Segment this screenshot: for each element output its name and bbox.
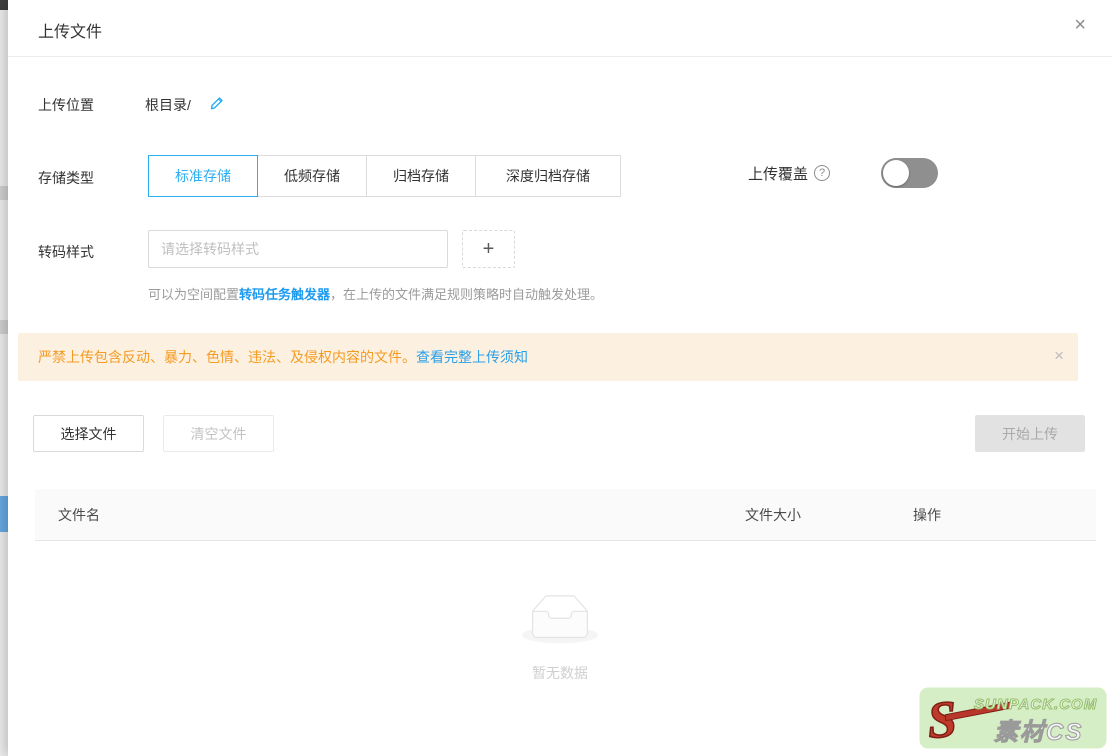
transcode-trigger-link[interactable]: 转码任务触发器 xyxy=(239,287,330,302)
toggle-knob xyxy=(883,160,909,186)
svg-text:素材CS: 素材CS xyxy=(994,719,1083,746)
dialog-header: 上传文件 × xyxy=(8,0,1112,57)
tab-deep-archive-storage[interactable]: 深度归档存储 xyxy=(475,155,621,197)
background-fragment xyxy=(0,496,8,532)
edit-pencil-icon[interactable] xyxy=(209,94,226,111)
upload-dialog: 上传文件 × 上传位置 根目录/ 存储类型 标准存储 低频存储 归档存储 深度归… xyxy=(8,0,1112,756)
transcode-hint: 可以为空间配置转码任务触发器，在上传的文件满足规则策略时自动触发处理。 xyxy=(148,284,603,303)
close-icon[interactable]: × xyxy=(1074,15,1086,35)
background-fragment xyxy=(0,0,8,10)
storage-type-tab-group: 标准存储 低频存储 归档存储 深度归档存储 xyxy=(148,155,621,197)
column-file-name: 文件名 xyxy=(58,489,100,541)
upload-overwrite-label: 上传覆盖 xyxy=(748,163,808,184)
clear-files-button[interactable]: 清空文件 xyxy=(163,415,274,452)
tab-infrequent-storage[interactable]: 低频存储 xyxy=(257,155,367,197)
svg-text:SUNPACK.COM: SUNPACK.COM xyxy=(974,696,1097,713)
watermark-logo: S SUNPACK.COM 素材CS xyxy=(916,684,1110,752)
notice-text: 严禁上传包含反动、暴力、色情、违法、及侵权内容的文件。 xyxy=(38,349,416,365)
hint-text-suffix: ，在上传的文件满足规则策略时自动触发处理。 xyxy=(330,287,603,302)
notice-message: 严禁上传包含反动、暴力、色情、违法、及侵权内容的文件。查看完整上传须知 xyxy=(38,347,528,367)
column-operation: 操作 xyxy=(913,489,941,541)
upload-overwrite-toggle[interactable] xyxy=(881,158,938,188)
tab-archive-storage[interactable]: 归档存储 xyxy=(366,155,476,197)
start-upload-button[interactable]: 开始上传 xyxy=(975,415,1085,452)
hint-text-prefix: 可以为空间配置 xyxy=(148,287,239,302)
banner-close-icon[interactable]: × xyxy=(1054,347,1064,364)
file-table-header: 文件名 文件大小 操作 xyxy=(35,489,1096,541)
svg-text:S: S xyxy=(926,691,959,750)
empty-state: 暂无数据 xyxy=(8,594,1112,683)
dialog-title: 上传文件 xyxy=(38,18,102,42)
background-fragment xyxy=(0,186,8,200)
empty-box-icon xyxy=(522,594,598,644)
storage-type-label: 存储类型 xyxy=(38,168,94,188)
background-fragment xyxy=(0,320,8,334)
transcode-style-label: 转码样式 xyxy=(38,242,94,262)
tab-standard-storage[interactable]: 标准存储 xyxy=(148,155,258,197)
upload-notice-banner: 严禁上传包含反动、暴力、色情、违法、及侵权内容的文件。查看完整上传须知 × xyxy=(18,333,1078,381)
transcode-style-input[interactable] xyxy=(148,230,448,268)
select-files-button[interactable]: 选择文件 xyxy=(33,415,144,452)
upload-location-value: 根目录/ xyxy=(145,95,191,115)
notice-link[interactable]: 查看完整上传须知 xyxy=(416,349,528,365)
upload-overwrite-group: 上传覆盖 ? xyxy=(748,158,830,188)
help-question-icon[interactable]: ? xyxy=(814,165,830,181)
background-page-sliver xyxy=(0,0,8,756)
empty-text: 暂无数据 xyxy=(8,663,1112,683)
column-file-size: 文件大小 xyxy=(745,489,801,541)
upload-location-label: 上传位置 xyxy=(38,95,94,115)
add-transcode-button[interactable]: + xyxy=(462,230,515,268)
